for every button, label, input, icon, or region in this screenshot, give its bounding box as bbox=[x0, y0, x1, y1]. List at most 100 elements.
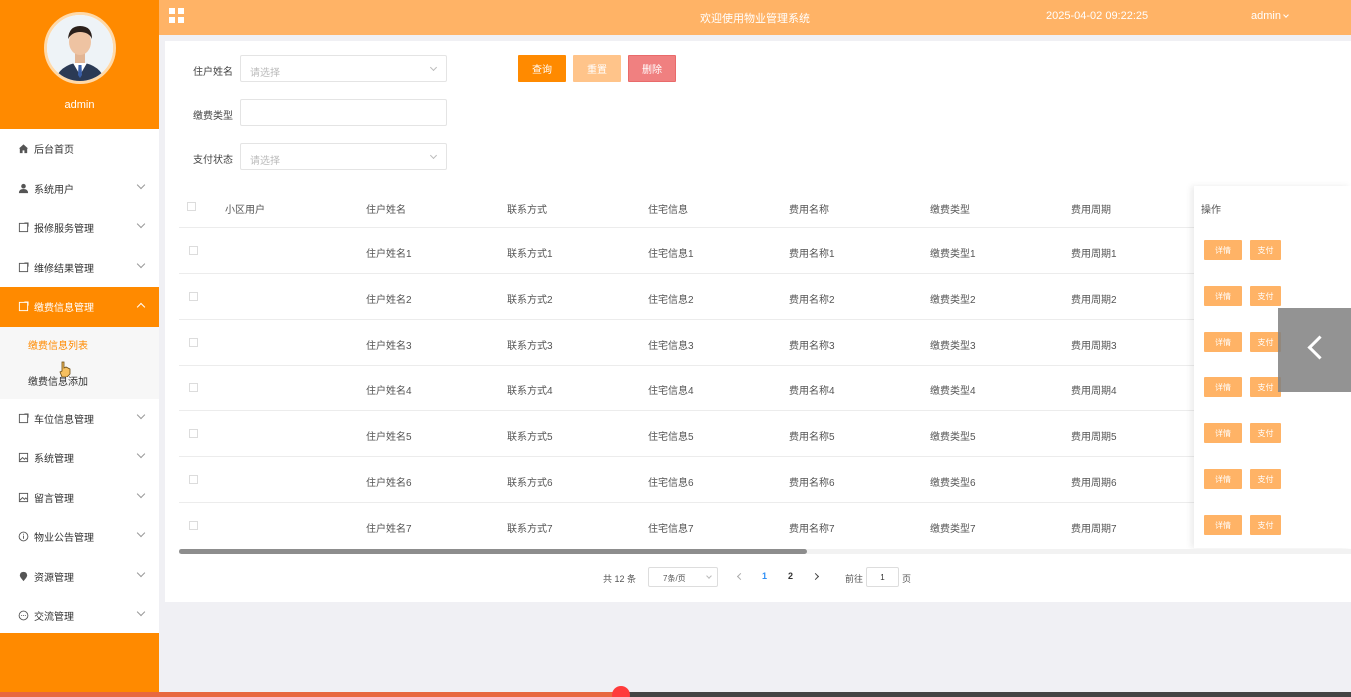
chevron-down-icon bbox=[136, 489, 146, 498]
chevron-down-icon bbox=[136, 607, 146, 617]
detail-button[interactable]: 详情 bbox=[1204, 469, 1242, 489]
pay-button[interactable]: 支付 bbox=[1250, 286, 1281, 306]
horizontal-scrollbar-thumb[interactable] bbox=[179, 549, 807, 554]
sidebar-subitem-payment-list[interactable]: 缴费信息列表 bbox=[0, 326, 159, 363]
table-cell: 费用周期6 bbox=[1071, 478, 1117, 489]
page-number-current[interactable]: 1 bbox=[762, 571, 767, 581]
detail-button[interactable]: 详情 bbox=[1204, 515, 1242, 535]
sidebar-footer bbox=[0, 633, 159, 697]
chevron-down-icon bbox=[136, 410, 146, 419]
sidebar-item-payment-info[interactable]: 缴费信息管理 bbox=[0, 287, 159, 327]
reset-button[interactable]: 重置 bbox=[573, 55, 621, 82]
select-placeholder: 请选择 bbox=[250, 68, 280, 79]
sidebar-item-label: 留言管理 bbox=[34, 493, 74, 505]
sidebar-item-label: 报修服务管理 bbox=[34, 224, 94, 236]
user-menu-label: admin bbox=[1251, 10, 1281, 22]
image-icon bbox=[17, 452, 29, 464]
resident-name-select[interactable]: 请选择 bbox=[240, 55, 447, 82]
pay-button[interactable]: 支付 bbox=[1250, 469, 1281, 489]
row-checkbox[interactable] bbox=[189, 383, 198, 392]
table-cell: 费用名称6 bbox=[789, 478, 835, 489]
media-progress-knob[interactable] bbox=[612, 686, 630, 697]
chevron-up-icon bbox=[136, 302, 146, 312]
table-cell: 住户姓名4 bbox=[366, 386, 412, 397]
table-cell: 联系方式3 bbox=[507, 341, 553, 352]
page-unit-label: 页 bbox=[902, 574, 912, 584]
pay-button[interactable]: 支付 bbox=[1250, 240, 1281, 260]
query-button[interactable]: 查询 bbox=[518, 55, 566, 82]
table-cell: 缴费类型6 bbox=[930, 478, 976, 489]
pay-button[interactable]: 支付 bbox=[1250, 332, 1281, 352]
sidebar-item-system-users[interactable]: 系统用户 bbox=[0, 169, 159, 209]
sidebar-item-messages[interactable]: 留言管理 bbox=[0, 478, 159, 518]
column-header: 费用名称 bbox=[789, 205, 829, 216]
delete-button[interactable]: 删除 bbox=[628, 55, 676, 82]
page-size-select[interactable]: 7条/页 bbox=[648, 567, 718, 587]
collapse-panel-tab[interactable] bbox=[1278, 308, 1351, 392]
table-cell: 住户姓名7 bbox=[366, 524, 412, 535]
select-all-checkbox[interactable] bbox=[187, 202, 196, 211]
table-cell: 住户姓名1 bbox=[366, 249, 412, 260]
row-checkbox[interactable] bbox=[189, 521, 198, 530]
sidebar-item-resources[interactable]: 资源管理 bbox=[0, 557, 159, 597]
home-icon bbox=[17, 143, 29, 155]
sidebar-item-announcements[interactable]: 物业公告管理 bbox=[0, 517, 159, 557]
next-page-icon[interactable] bbox=[811, 572, 820, 581]
detail-button[interactable]: 详情 bbox=[1204, 423, 1242, 443]
detail-button[interactable]: 详情 bbox=[1204, 332, 1242, 352]
prev-page-icon[interactable] bbox=[736, 572, 745, 581]
chevron-down-icon bbox=[136, 259, 146, 268]
table-divider bbox=[179, 227, 1351, 228]
sidebar-item-communication[interactable]: 交流管理 bbox=[0, 596, 159, 636]
table-cell: 住宅信息7 bbox=[648, 524, 694, 535]
detail-button[interactable]: 详情 bbox=[1204, 240, 1242, 260]
sidebar-item-parking-info[interactable]: 车位信息管理 bbox=[0, 399, 159, 439]
pay-button[interactable]: 支付 bbox=[1250, 377, 1281, 397]
sidebar-item-system-management[interactable]: 系统管理 bbox=[0, 438, 159, 478]
table-cell: 缴费类型4 bbox=[930, 386, 976, 397]
sidebar-item-label: 维修结果管理 bbox=[34, 263, 94, 275]
table-cell: 住宅信息6 bbox=[648, 478, 694, 489]
goto-page-input[interactable]: 1 bbox=[866, 567, 899, 587]
detail-button[interactable]: 详情 bbox=[1204, 377, 1242, 397]
table-cell: 缴费类型5 bbox=[930, 432, 976, 443]
table-cell: 联系方式7 bbox=[507, 524, 553, 535]
table-cell: 费用名称2 bbox=[789, 295, 835, 306]
detail-button[interactable]: 详情 bbox=[1204, 286, 1242, 306]
row-checkbox[interactable] bbox=[189, 246, 198, 255]
table-cell: 缴费类型1 bbox=[930, 249, 976, 260]
sidebar-subitem-payment-add[interactable]: 缴费信息添加 bbox=[0, 362, 159, 399]
document-icon bbox=[17, 222, 29, 234]
pay-button[interactable]: 支付 bbox=[1250, 515, 1281, 535]
sidebar-item-repair-service[interactable]: 报修服务管理 bbox=[0, 208, 159, 248]
payment-status-select[interactable]: 请选择 bbox=[240, 143, 447, 170]
table-divider bbox=[179, 502, 1351, 503]
app-title: 欢迎使用物业管理系统 bbox=[700, 13, 810, 25]
column-header: 住宅信息 bbox=[648, 205, 688, 216]
avatar[interactable] bbox=[44, 12, 116, 84]
filter-name-label: 住户姓名 bbox=[193, 67, 233, 78]
table-divider bbox=[179, 410, 1351, 411]
pagination-total: 共 12 条 bbox=[603, 574, 637, 584]
page-number[interactable]: 2 bbox=[788, 571, 793, 581]
document-icon bbox=[17, 301, 29, 313]
menu-grid-icon[interactable] bbox=[169, 8, 184, 23]
row-checkbox[interactable] bbox=[189, 475, 198, 484]
table-cell: 费用名称4 bbox=[789, 386, 835, 397]
sidebar-item-home[interactable]: 后台首页 bbox=[0, 129, 159, 169]
user-menu[interactable]: admin bbox=[1251, 10, 1289, 22]
table-divider bbox=[179, 365, 1351, 366]
row-checkbox[interactable] bbox=[189, 338, 198, 347]
chevron-left-icon bbox=[1307, 335, 1332, 360]
image-icon bbox=[17, 491, 29, 503]
row-checkbox[interactable] bbox=[189, 429, 198, 438]
payment-type-input[interactable] bbox=[240, 99, 447, 126]
chat-icon bbox=[17, 610, 29, 622]
table-cell: 住宅信息1 bbox=[648, 249, 694, 260]
pay-button[interactable]: 支付 bbox=[1250, 423, 1281, 443]
sidebar-item-repair-results[interactable]: 维修结果管理 bbox=[0, 248, 159, 288]
table-cell: 费用周期2 bbox=[1071, 295, 1117, 306]
chevron-down-icon bbox=[136, 449, 146, 459]
sidebar-item-label: 系统管理 bbox=[34, 454, 74, 466]
row-checkbox[interactable] bbox=[189, 292, 198, 301]
